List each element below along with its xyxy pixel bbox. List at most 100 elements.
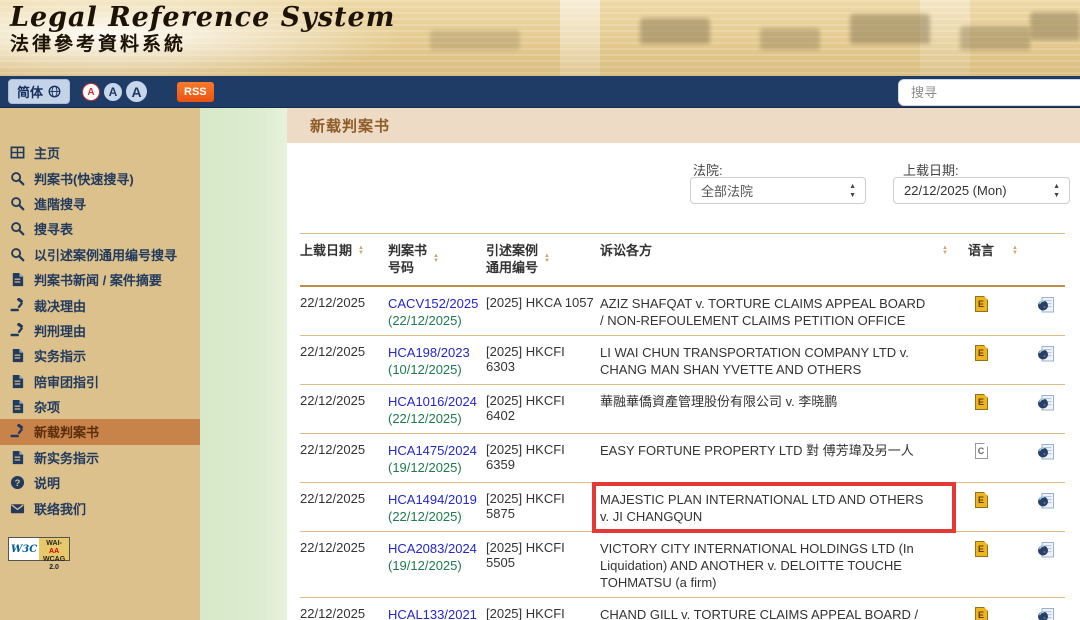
sidebar-item-5[interactable]: 以引述案例通用编号搜寻 xyxy=(0,242,200,267)
court-filter-select[interactable]: 全部法院 xyxy=(690,177,866,204)
page-title: 新载判案书 xyxy=(310,115,390,136)
header-upload-date: 上载日期 xyxy=(300,242,388,276)
doc-icon xyxy=(10,272,25,287)
sidebar-item-label: 新载判案书 xyxy=(34,422,99,441)
gavel-icon xyxy=(10,298,25,313)
sidebar-item-label: 判案书新闻 / 案件摘要 xyxy=(34,270,162,289)
header-actions xyxy=(1026,242,1065,276)
language-document-icon[interactable]: E xyxy=(975,607,988,620)
translate-globe-icon[interactable] xyxy=(1037,394,1055,412)
cell-actions xyxy=(1026,491,1065,525)
cell-language: E xyxy=(958,344,1004,378)
language-document-icon[interactable]: E xyxy=(975,492,988,508)
table-row: 22/12/2025 CACV152/2025 (22/12/2025) [20… xyxy=(300,287,1065,336)
cell-parties: CHAND GILL v. TORTURE CLAIMS APPEAL BOAR… xyxy=(600,606,932,620)
sort-icon-case-number[interactable] xyxy=(433,242,439,264)
sidebar-item-9[interactable]: 实务指示 xyxy=(0,343,200,368)
search-icon xyxy=(10,221,25,236)
wcag-line2: WCAG 2.0 xyxy=(43,556,65,571)
parties-text: VICTORY CITY INTERNATIONAL HOLDINGS LTD … xyxy=(600,541,914,590)
sort-icon-language[interactable] xyxy=(1012,242,1018,276)
judgments-table: 上载日期 判案书号码 引述案例通用编号 诉讼各方 语言 xyxy=(300,233,1065,620)
cell-actions xyxy=(1026,295,1065,329)
translate-globe-icon[interactable] xyxy=(1037,443,1055,461)
header-language-sort xyxy=(1004,242,1026,276)
cell-upload-date: 22/12/2025 xyxy=(300,344,388,378)
table-row: 22/12/2025 HCA1016/2024 (22/12/2025) [20… xyxy=(300,385,1065,434)
cell-language: E xyxy=(958,606,1004,620)
sidebar-item-11[interactable]: 杂项 xyxy=(0,394,200,419)
language-document-icon[interactable]: E xyxy=(975,296,988,312)
case-number-link[interactable]: HCA198/2023 xyxy=(388,344,480,361)
sidebar-item-6[interactable]: 判案书新闻 / 案件摘要 xyxy=(0,267,200,292)
home-grid-icon xyxy=(10,145,25,160)
translate-globe-icon[interactable] xyxy=(1037,607,1055,620)
cell-language: E xyxy=(958,540,1004,591)
rss-button[interactable]: RSS xyxy=(177,82,214,102)
language-document-icon[interactable]: C xyxy=(975,443,988,459)
wcag-label: WAI-AA WCAG 2.0 xyxy=(39,538,69,560)
table-header-row: 上载日期 判案书号码 引述案例通用编号 诉讼各方 语言 xyxy=(300,233,1065,287)
font-size-medium-button[interactable]: A xyxy=(104,83,122,101)
sidebar-item-10[interactable]: 陪审团指引 xyxy=(0,369,200,394)
sidebar-item-15[interactable]: 联络我们 xyxy=(0,495,200,520)
site-logo: Legal Reference System 法律參考資料系統 xyxy=(10,4,395,56)
sort-icon-citation[interactable] xyxy=(544,242,550,264)
sidebar-item-label: 判刑理由 xyxy=(34,321,86,340)
case-number-link[interactable]: HCA1494/2019 xyxy=(388,491,480,508)
translate-globe-icon[interactable] xyxy=(1037,345,1055,363)
legal-reference-system-page: Legal Reference System 法律參考資料系統 简体 A A A… xyxy=(0,0,1080,620)
cell-actions xyxy=(1026,606,1065,620)
sidebar-item-14[interactable]: ? 说明 xyxy=(0,470,200,495)
sidebar-item-label: 以引述案例通用编号搜寻 xyxy=(34,245,177,264)
case-number-link[interactable]: CACV152/2025 xyxy=(388,295,480,312)
sidebar-item-4[interactable]: 搜寻表 xyxy=(0,216,200,241)
sidebar-item-label: 实务指示 xyxy=(34,346,86,365)
main-content: 新载判案书 法院: 全部法院 上载日期: 22/12/2025 (Mon) 上载… xyxy=(287,108,1080,620)
simplified-chinese-toggle-button[interactable]: 简体 xyxy=(8,79,70,104)
translate-globe-icon[interactable] xyxy=(1037,492,1055,510)
sidebar-item-12[interactable]: 新载判案书 xyxy=(0,419,200,444)
font-size-small-button[interactable]: A xyxy=(82,83,100,101)
case-number-link[interactable]: HCA1475/2024 xyxy=(388,442,480,459)
sidebar-item-8[interactable]: 判刑理由 xyxy=(0,318,200,343)
case-number-link[interactable]: HCA1016/2024 xyxy=(388,393,480,410)
header-language-label: 语言 xyxy=(968,242,994,259)
sidebar-item-1[interactable]: 主页 xyxy=(0,140,200,165)
parties-text: LI WAI CHUN TRANSPORTATION COMPANY LTD v… xyxy=(600,345,909,377)
search-input[interactable] xyxy=(898,79,1080,106)
case-number-link[interactable]: HCA2083/2024 xyxy=(388,540,480,557)
cell-citation: [2025] HKCFI 6303 xyxy=(486,344,600,378)
doc-icon xyxy=(10,399,25,414)
sort-icon-upload-date[interactable] xyxy=(358,242,364,256)
sidebar-item-label: 主页 xyxy=(34,143,60,162)
upload-date-filter-select[interactable]: 22/12/2025 (Mon) xyxy=(893,177,1070,204)
sidebar-item-label: 联络我们 xyxy=(34,499,86,518)
lang-button-label: 简体 xyxy=(17,82,43,101)
globe-icon xyxy=(48,85,61,98)
search-icon xyxy=(10,196,25,211)
wcag-conformance-badge[interactable]: W3C WAI-AA WCAG 2.0 xyxy=(8,537,70,561)
translate-globe-icon[interactable] xyxy=(1037,296,1055,314)
language-document-icon[interactable]: E xyxy=(975,394,988,410)
language-document-icon[interactable]: E xyxy=(975,345,988,361)
case-number-link[interactable]: HCAL133/2021 xyxy=(388,606,480,620)
translate-globe-icon[interactable] xyxy=(1037,541,1055,559)
language-document-icon[interactable]: E xyxy=(975,541,988,557)
banner: Legal Reference System 法律參考資料系統 xyxy=(0,0,1080,76)
cell-parties: VICTORY CITY INTERNATIONAL HOLDINGS LTD … xyxy=(600,540,932,591)
doc-icon xyxy=(10,348,25,363)
sidebar-item-3[interactable]: 進階搜寻 xyxy=(0,191,200,216)
header-case-number-label: 判案书号码 xyxy=(388,242,427,276)
sidebar-item-2[interactable]: 判案书(快速搜寻) xyxy=(0,165,200,190)
font-size-large-button[interactable]: A xyxy=(126,81,147,102)
gavel-icon xyxy=(10,424,25,439)
w3c-logo: W3C xyxy=(9,538,39,560)
sidebar-item-7[interactable]: 裁决理由 xyxy=(0,292,200,317)
cell-upload-date: 22/12/2025 xyxy=(300,540,388,591)
case-judgment-date: (19/12/2025) xyxy=(388,460,462,475)
sort-icon-parties[interactable] xyxy=(942,242,948,276)
court-filter-value: 全部法院 xyxy=(701,181,753,200)
sidebar-item-13[interactable]: 新实务指示 xyxy=(0,445,200,470)
cell-case-number: HCA1016/2024 (22/12/2025) xyxy=(388,393,486,427)
